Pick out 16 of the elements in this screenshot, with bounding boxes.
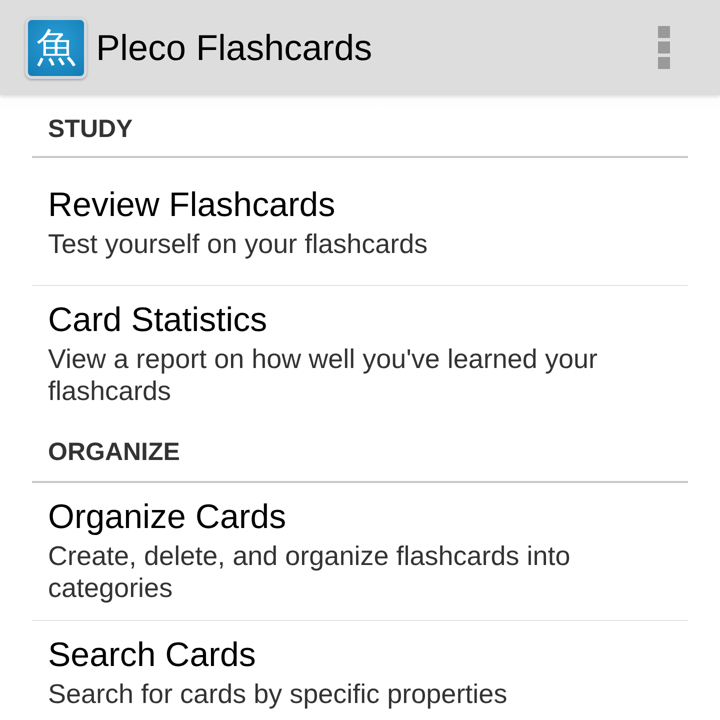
menu-item[interactable]: Organize Cards Create, delete, and organize flashcards into categories (32, 483, 688, 621)
overflow-menu-icon[interactable] (658, 26, 670, 69)
menu-item[interactable]: Search Cards Search for cards by specific properties (32, 621, 688, 720)
menu-item[interactable]: Card Statistics View a report on how well you've learned your flashcards (32, 286, 688, 423)
item-title: Review Flashcards (48, 188, 336, 222)
menu-item[interactable]: Review Flashcards Test yourself on your flashcards (32, 158, 688, 286)
item-description: Create, delete, and organize flashcards into categories (48, 540, 572, 604)
app-title: Pleco Flashcards (96, 26, 374, 70)
item-description: Test yourself on your flashcards (48, 228, 429, 260)
item-description: View a report on how well you've learned your flashcards (48, 343, 598, 407)
item-title: Search Cards (48, 638, 257, 672)
section-title: STUDY (48, 114, 133, 144)
item-title: Organize Cards (48, 500, 288, 534)
item-title: Card Statistics (48, 303, 268, 337)
item-description: Search for cards by specific properties (48, 678, 508, 710)
section-title: ORGANIZE (48, 437, 180, 467)
